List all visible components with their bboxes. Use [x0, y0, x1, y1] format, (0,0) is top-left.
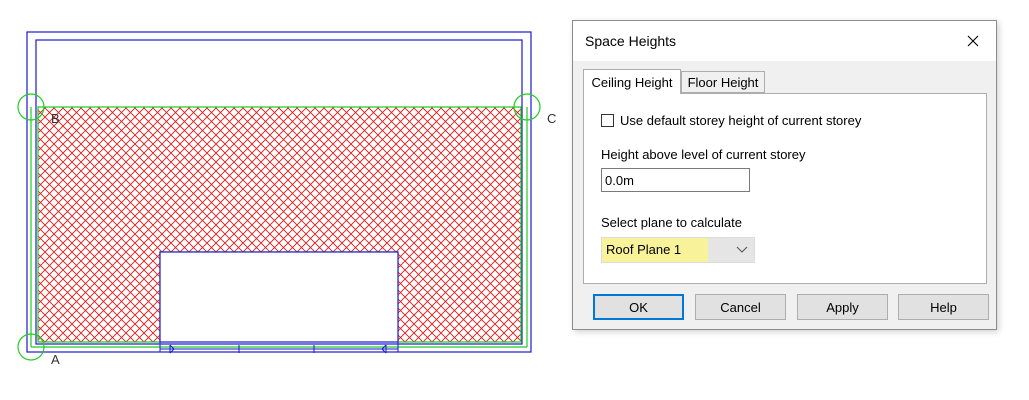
floor-plan-drawing[interactable]: A B C — [0, 0, 565, 400]
ok-button[interactable]: OK — [593, 294, 684, 320]
dialog-titlebar[interactable]: Space Heights — [573, 21, 996, 61]
close-icon — [967, 35, 979, 47]
height-above-level-input[interactable] — [601, 168, 750, 192]
tab-floor-height[interactable]: Floor Height — [681, 71, 765, 93]
apply-button[interactable]: Apply — [797, 294, 888, 320]
select-plane-label: Select plane to calculate — [601, 215, 742, 230]
chevron-down-icon — [736, 246, 748, 253]
point-label-b: B — [51, 111, 60, 126]
plane-select[interactable]: Roof Plane 1 — [601, 237, 755, 263]
point-label-c: C — [547, 111, 556, 126]
checkbox-label: Use default storey height of current sto… — [620, 113, 862, 128]
tab-label: Ceiling Height — [591, 74, 673, 90]
close-button[interactable] — [950, 21, 996, 61]
cancel-button[interactable]: Cancel — [695, 294, 786, 320]
tab-label: Floor Height — [687, 74, 759, 90]
tab-ceiling-height[interactable]: Ceiling Height — [583, 69, 681, 94]
ceiling-height-panel: Use default storey height of current sto… — [583, 93, 987, 284]
opening-area — [159, 251, 399, 343]
default-storey-height-checkbox[interactable] — [601, 114, 614, 127]
help-button[interactable]: Help — [898, 294, 989, 320]
default-storey-height-option[interactable]: Use default storey height of current sto… — [601, 113, 861, 128]
space-heights-dialog: Space Heights Ceiling Height Floor Heigh… — [572, 20, 997, 330]
dialog-title: Space Heights — [585, 33, 677, 49]
plane-select-value: Roof Plane 1 — [602, 238, 708, 262]
height-above-level-label: Height above level of current storey — [601, 147, 806, 162]
point-label-a: A — [51, 352, 60, 367]
